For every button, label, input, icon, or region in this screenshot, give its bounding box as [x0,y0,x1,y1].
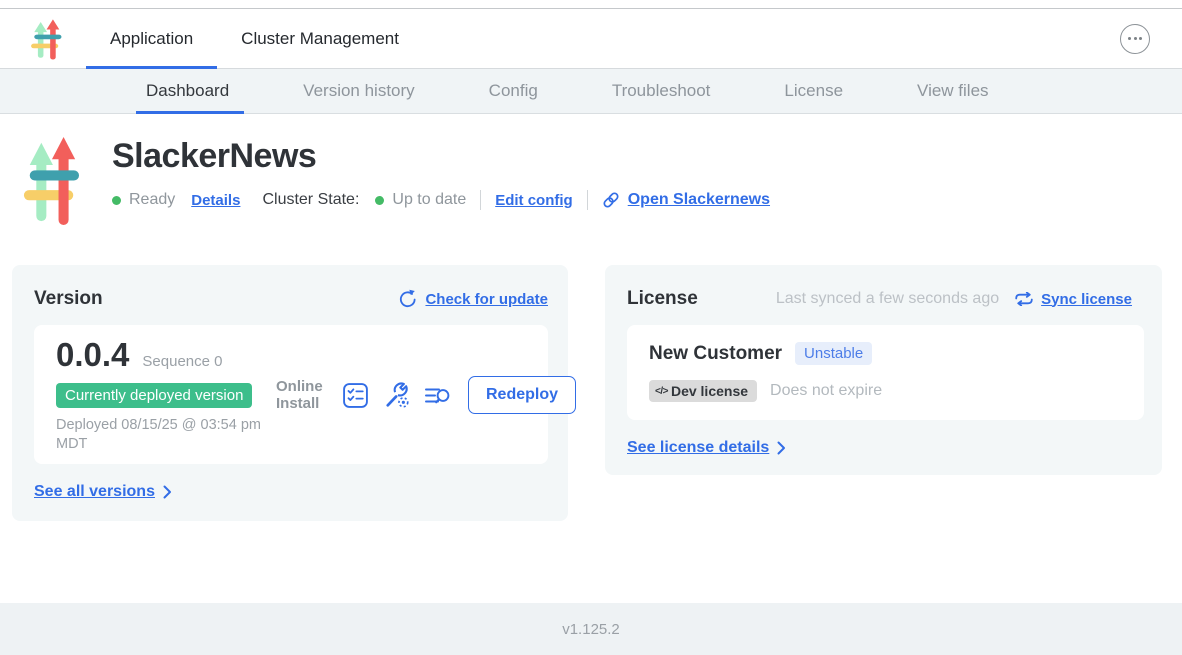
check-for-update-label: Check for update [425,291,548,308]
subnav-item-view-files[interactable]: View files [917,69,989,113]
tab-application[interactable]: Application [86,9,217,68]
subnav-item-troubleshoot[interactable]: Troubleshoot [612,69,711,113]
sequence-label: Sequence 0 [142,353,222,370]
top-strip [0,0,1182,9]
wrench-gear-icon [383,382,410,409]
deployed-status-badge: Currently deployed version [56,383,252,408]
open-app-link-label: Open Slackernews [628,191,770,209]
refresh-icon [397,289,417,309]
preflight-checks-button[interactable] [342,382,369,409]
ellipsis-icon [1128,37,1131,40]
details-link[interactable]: Details [191,192,240,209]
open-app-link[interactable]: Open Slackernews [602,191,770,209]
version-actions: Online Install [276,376,576,414]
edit-config-link[interactable]: Edit config [495,192,573,209]
sync-license-label: Sync license [1041,291,1132,308]
channel-badge: Unstable [795,342,872,365]
version-card-header: Version Check for update [34,288,548,310]
chain-link-icon [602,191,620,209]
license-card: License Last synced a few seconds ago Sy… [605,265,1162,475]
cluster-state-dot [375,196,384,205]
console-version: v1.125.2 [562,621,620,638]
version-card: Version Check for update 0.0.4 Sequence … [12,265,568,521]
customer-name: New Customer [649,343,782,365]
ready-status-dot [112,196,121,205]
sync-license-link[interactable]: Sync license [1015,291,1132,308]
app-status-row: Ready Details Cluster State: Up to date … [112,190,770,210]
tab-cluster-management-label: Cluster Management [241,29,399,49]
subnav-item-version-history[interactable]: Version history [303,69,415,113]
deploy-logs-button[interactable] [424,382,452,409]
cluster-state-value: Up to date [392,191,466,209]
license-meta-row: </> Dev license Does not expire [649,380,1124,402]
subnav-item-config[interactable]: Config [489,69,538,113]
subnav-troubleshoot-label: Troubleshoot [612,81,711,101]
console-footer: v1.125.2 [0,603,1182,655]
subnav-dashboard-label: Dashboard [146,81,229,101]
see-license-details-link[interactable]: See license details [627,439,769,457]
license-card-header: License Last synced a few seconds ago Sy… [627,288,1144,310]
tab-cluster-management[interactable]: Cluster Management [217,9,423,68]
app-logo-icon [22,134,80,226]
subnav-view-files-label: View files [917,81,989,101]
configure-version-button[interactable] [383,382,410,409]
last-synced-label: Last synced a few seconds ago [776,290,999,308]
subnav-config-label: Config [489,81,538,101]
topnav-tabs: Application Cluster Management [86,9,423,68]
code-icon: </> [655,386,668,397]
license-type-badge: </> Dev license [649,380,757,402]
logs-search-icon [424,382,452,409]
nav-logo [30,9,62,68]
dashboard-cards: Version Check for update 0.0.4 Sequence … [0,265,1182,521]
license-card-footer: See license details [627,439,1144,457]
subnav-item-license[interactable]: License [784,69,843,113]
app-info: SlackerNews Ready Details Cluster State:… [112,134,770,226]
tab-application-label: Application [110,29,193,49]
cluster-state-label: Cluster State: [262,191,359,209]
deployed-timestamp: Deployed 08/15/25 @ 03:54 pm MDT [56,416,274,454]
redeploy-button[interactable]: Redeploy [468,376,576,414]
license-expiry: Does not expire [770,382,882,400]
license-details-panel: New Customer Unstable </> Dev license Do… [627,325,1144,420]
see-all-versions-link[interactable]: See all versions [34,483,155,501]
check-for-update-link[interactable]: Check for update [397,289,548,309]
subnav-version-history-label: Version history [303,81,415,101]
install-type-label: Online Install [276,378,328,413]
version-card-footer: See all versions [34,483,548,501]
divider [480,190,481,210]
app-header: SlackerNews Ready Details Cluster State:… [0,114,1182,226]
version-card-title: Version [34,288,103,310]
chevron-right-icon [777,441,786,455]
more-menu-button[interactable] [1120,24,1150,54]
subnav-item-dashboard[interactable]: Dashboard [146,69,229,113]
divider [587,190,588,210]
current-version-panel: 0.0.4 Sequence 0 Currently deployed vers… [34,325,548,464]
admin-console-page: Application Cluster Management Dashboard… [0,0,1182,655]
version-details: 0.0.4 Sequence 0 Currently deployed vers… [56,336,274,454]
subnav-license-label: License [784,81,843,101]
page-title: SlackerNews [112,138,770,175]
sync-arrows-icon [1015,292,1033,306]
preflight-checklist-icon [342,382,369,409]
ready-status-label: Ready [129,191,175,209]
customer-row: New Customer Unstable [649,342,1124,365]
top-navbar: Application Cluster Management [0,9,1182,69]
app-subnav: Dashboard Version history Config Trouble… [0,69,1182,114]
license-type-label: Dev license [671,383,748,399]
version-number: 0.0.4 [56,336,129,374]
chevron-right-icon [163,485,172,499]
license-card-title: License [627,288,698,310]
slackernews-logo-icon [30,18,62,60]
